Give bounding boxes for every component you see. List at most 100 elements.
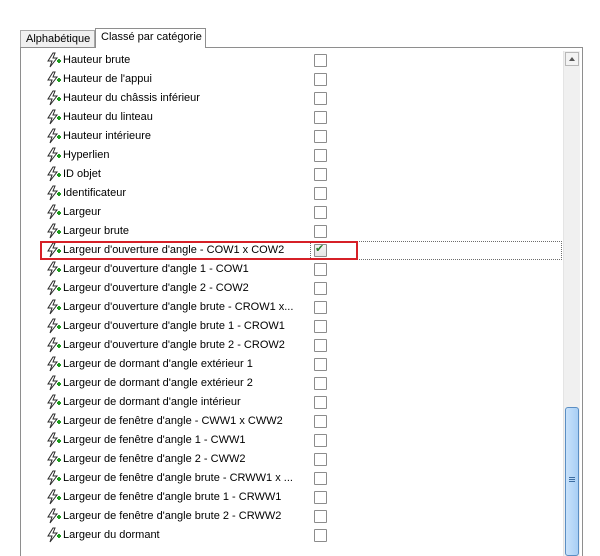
property-label: Largeur de fenêtre d'angle - CWW1 x CWW2: [63, 415, 283, 427]
scroll-up-button[interactable]: [565, 52, 579, 66]
property-checkbox[interactable]: [314, 453, 327, 466]
property-checkbox[interactable]: [314, 225, 327, 238]
property-value-cell[interactable]: [310, 469, 562, 488]
property-value-cell[interactable]: [310, 165, 562, 184]
property-value-cell[interactable]: [310, 355, 562, 374]
property-row[interactable]: Largeur de dormant d'angle extérieur 1: [21, 355, 563, 374]
property-checkbox[interactable]: [314, 92, 327, 105]
property-checkbox[interactable]: [314, 111, 327, 124]
property-row[interactable]: Identificateur: [21, 184, 563, 203]
property-row[interactable]: Largeur de fenêtre d'angle brute - CRWW1…: [21, 469, 563, 488]
property-row[interactable]: Hauteur brute: [21, 51, 563, 70]
property-row[interactable]: Largeur d'ouverture d'angle 2 - COW2: [21, 279, 563, 298]
property-row[interactable]: Largeur de fenêtre d'angle brute 1 - CRW…: [21, 488, 563, 507]
property-value-cell[interactable]: [310, 146, 562, 165]
property-row[interactable]: Largeur de dormant d'angle intérieur: [21, 393, 563, 412]
property-label: Largeur d'ouverture d'angle brute 2 - CR…: [63, 339, 285, 351]
lightning-plus-icon: [46, 128, 62, 144]
property-value-cell[interactable]: [310, 127, 562, 146]
property-value-cell[interactable]: [310, 51, 562, 70]
property-label: Largeur de fenêtre d'angle brute 2 - CRW…: [63, 510, 282, 522]
property-checkbox[interactable]: [314, 510, 327, 523]
property-checkbox[interactable]: [314, 263, 327, 276]
lightning-plus-icon: [46, 299, 62, 315]
property-checkbox[interactable]: [314, 529, 327, 542]
property-row[interactable]: Largeur de fenêtre d'angle 1 - CWW1: [21, 431, 563, 450]
property-checkbox[interactable]: [314, 242, 327, 257]
property-value-cell[interactable]: [310, 412, 562, 431]
lightning-plus-icon: [46, 394, 62, 410]
property-value-cell[interactable]: [310, 279, 562, 298]
property-value-cell[interactable]: [310, 431, 562, 450]
property-row[interactable]: Largeur du dormant: [21, 526, 563, 545]
property-checkbox[interactable]: [314, 434, 327, 447]
property-label: Identificateur: [63, 187, 126, 199]
property-checkbox[interactable]: [314, 415, 327, 428]
property-list: Hauteur brute Hauteur de l'appui Hauteur d…: [21, 51, 563, 545]
property-checkbox[interactable]: [314, 396, 327, 409]
property-value-cell[interactable]: [310, 108, 562, 127]
tab-alphabetique[interactable]: Alphabétique: [20, 30, 95, 47]
property-checkbox[interactable]: [314, 491, 327, 504]
property-checkbox[interactable]: [314, 206, 327, 219]
property-row[interactable]: Largeur de fenêtre d'angle brute 2 - CRW…: [21, 507, 563, 526]
property-value-cell[interactable]: [310, 89, 562, 108]
property-checkbox[interactable]: [314, 282, 327, 295]
lightning-plus-icon: [46, 261, 62, 277]
property-checkbox[interactable]: [314, 149, 327, 162]
property-row[interactable]: Largeur de dormant d'angle extérieur 2: [21, 374, 563, 393]
property-value-cell[interactable]: [310, 526, 562, 545]
lightning-plus-icon: [46, 71, 62, 87]
property-value-cell[interactable]: [310, 507, 562, 526]
property-label: Largeur de fenêtre d'angle brute 1 - CRW…: [63, 491, 282, 503]
property-checkbox[interactable]: [314, 130, 327, 143]
property-checkbox[interactable]: [314, 377, 327, 390]
property-row[interactable]: Largeur d'ouverture d'angle 1 - COW1: [21, 260, 563, 279]
property-value-cell[interactable]: [310, 336, 562, 355]
property-row[interactable]: Hauteur du linteau: [21, 108, 563, 127]
property-row[interactable]: Largeur: [21, 203, 563, 222]
property-value-cell[interactable]: [310, 374, 562, 393]
property-row[interactable]: Hyperlien: [21, 146, 563, 165]
property-value-cell[interactable]: [310, 393, 562, 412]
property-checkbox[interactable]: [314, 54, 327, 67]
property-checkbox[interactable]: [314, 358, 327, 371]
lightning-plus-icon: [46, 489, 62, 505]
lightning-plus-icon: [46, 318, 62, 334]
property-label: Largeur de dormant d'angle intérieur: [63, 396, 241, 408]
property-row[interactable]: Largeur d'ouverture d'angle brute 1 - CR…: [21, 317, 563, 336]
scroll-thumb[interactable]: [565, 407, 579, 556]
property-row[interactable]: Largeur brute: [21, 222, 563, 241]
property-row[interactable]: Largeur de fenêtre d'angle - CWW1 x CWW2: [21, 412, 563, 431]
property-value-cell[interactable]: [310, 241, 562, 260]
property-value-cell[interactable]: [310, 222, 562, 241]
property-value-cell[interactable]: [310, 298, 562, 317]
property-row[interactable]: Hauteur de l'appui: [21, 70, 563, 89]
property-value-cell[interactable]: [310, 203, 562, 222]
property-checkbox[interactable]: [314, 339, 327, 352]
property-value-cell[interactable]: [310, 184, 562, 203]
lightning-plus-icon: [46, 185, 62, 201]
property-value-cell[interactable]: [310, 317, 562, 336]
property-row[interactable]: Largeur d'ouverture d'angle brute 2 - CR…: [21, 336, 563, 355]
property-value-cell[interactable]: [310, 488, 562, 507]
vertical-scrollbar[interactable]: [563, 51, 580, 556]
property-row[interactable]: ID objet: [21, 165, 563, 184]
property-row[interactable]: Hauteur intérieure: [21, 127, 563, 146]
property-value-cell[interactable]: [310, 450, 562, 469]
property-checkbox[interactable]: [314, 301, 327, 314]
property-checkbox[interactable]: [314, 73, 327, 86]
property-value-cell[interactable]: [310, 70, 562, 89]
property-row[interactable]: Hauteur du châssis inférieur: [21, 89, 563, 108]
tab-classe-par-categorie[interactable]: Classé par catégorie: [95, 28, 206, 48]
property-checkbox[interactable]: [314, 320, 327, 333]
property-value-cell[interactable]: [310, 260, 562, 279]
property-label: Largeur: [63, 206, 101, 218]
property-checkbox[interactable]: [314, 472, 327, 485]
property-row[interactable]: Largeur de fenêtre d'angle 2 - CWW2: [21, 450, 563, 469]
property-row[interactable]: Largeur d'ouverture d'angle - COW1 x COW…: [21, 241, 563, 260]
property-checkbox[interactable]: [314, 168, 327, 181]
property-label: Largeur du dormant: [63, 529, 160, 541]
property-row[interactable]: Largeur d'ouverture d'angle brute - CROW…: [21, 298, 563, 317]
property-checkbox[interactable]: [314, 187, 327, 200]
